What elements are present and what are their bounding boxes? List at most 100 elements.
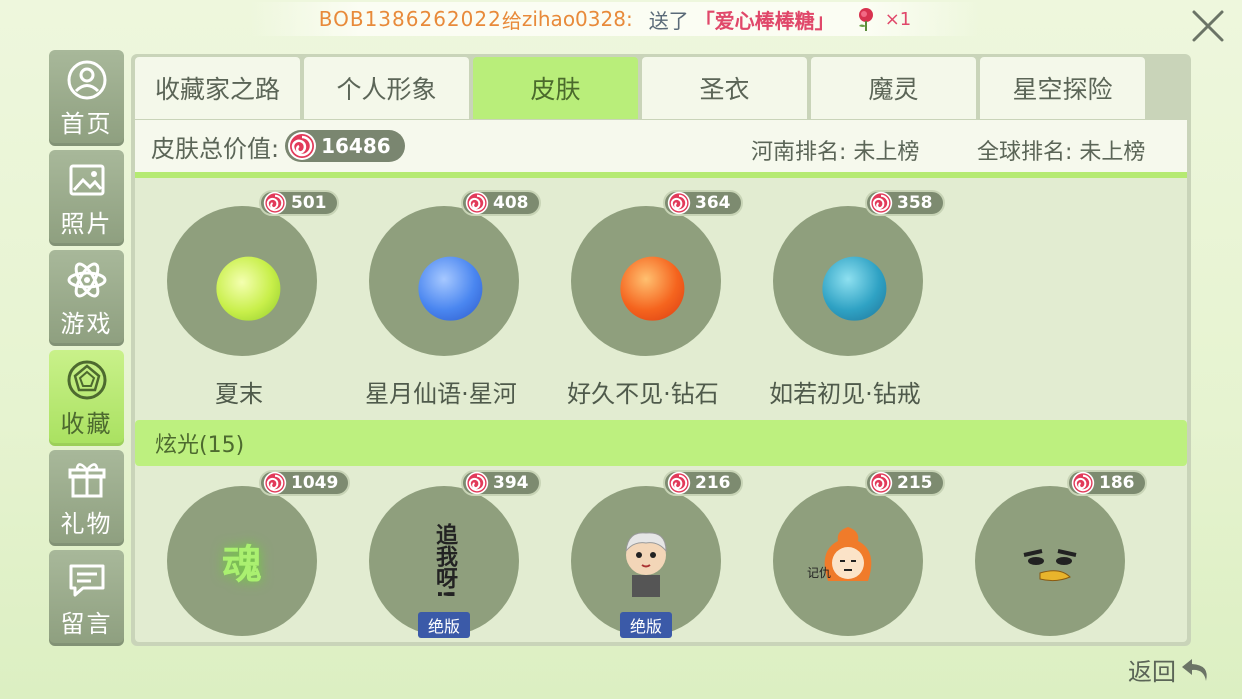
tab-demon-spirit[interactable]: 魔灵 — [811, 57, 976, 119]
gift-announcement: BOB1386262022 给 zihao0328: 送了 「爱心棒棒糖」 ×1 — [250, 2, 980, 36]
sidebar-item-home[interactable]: 首页 — [49, 50, 124, 146]
sidebar-item-collection[interactable]: 收藏 — [49, 350, 124, 446]
effect-glyph: 魂 — [222, 542, 262, 588]
back-label: 返回 — [1128, 658, 1176, 686]
limited-badge: 绝版 — [619, 612, 673, 638]
sidebar-item-label: 照片 — [60, 209, 113, 238]
tab-skin[interactable]: 皮肤 — [473, 57, 638, 119]
effect-thumbnail[interactable] — [975, 486, 1125, 636]
sidebar-item-gift[interactable]: 礼物 — [49, 450, 124, 546]
back-arrow-icon — [1182, 658, 1207, 681]
price-value: 186 — [1099, 473, 1135, 493]
skin-orb — [620, 256, 685, 321]
announce-receiver: zihao0328: — [521, 7, 633, 31]
candy-icon — [667, 471, 691, 495]
price-value: 408 — [493, 193, 529, 213]
price-badge: 186 — [1067, 470, 1147, 496]
candy-icon — [869, 191, 893, 215]
skin-orb — [216, 256, 281, 321]
rank-local: 河南排名: 未上榜 — [751, 140, 920, 165]
announce-connector: 给 — [501, 8, 522, 33]
close-button[interactable] — [1188, 6, 1228, 46]
sidebar: 首页 照片 游戏 收藏 礼物 留言 — [49, 50, 124, 646]
home-icon — [67, 60, 106, 99]
price-badge: 364 — [663, 190, 743, 216]
announce-sender: BOB1386262022 — [318, 7, 502, 31]
close-icon — [1192, 10, 1224, 42]
candy-icon — [869, 471, 893, 495]
candy-icon — [667, 191, 691, 215]
price-badge: 358 — [865, 190, 945, 216]
price-value: 358 — [897, 193, 933, 213]
announce-gift-name: 「爱心棒棒糖」 — [694, 8, 835, 33]
candy-icon — [288, 132, 317, 160]
back-button[interactable]: 返回 — [1128, 652, 1212, 687]
effect-grid: 魂 1049 追我呀! 绝版 394 绝版 216 记仇 215 186 — [135, 470, 1187, 642]
skin-value-bar: 皮肤总价值: 16486 河南排名: 未上榜 全球排名: 未上榜 — [135, 120, 1187, 178]
sidebar-item-label: 收藏 — [60, 409, 113, 438]
sidebar-item-game[interactable]: 游戏 — [49, 250, 124, 346]
tab-collector-road[interactable]: 收藏家之路 — [135, 57, 300, 119]
total-value-label: 皮肤总价值: — [151, 134, 280, 163]
candy-icon — [465, 191, 489, 215]
tab-saint-cloth[interactable]: 圣衣 — [642, 57, 807, 119]
skin-card[interactable]: 501 夏末 — [139, 178, 339, 408]
sidebar-item-message[interactable]: 留言 — [49, 550, 124, 646]
rose-icon — [858, 8, 873, 31]
atom-icon — [67, 262, 106, 297]
skin-thumbnail[interactable] — [369, 206, 519, 356]
effect-glyph: 记仇 — [807, 566, 832, 580]
price-value: 501 — [291, 193, 327, 213]
announce-count: ×1 — [884, 8, 912, 30]
skin-grid: 501 夏末 408 星月仙语·星河 364 好久不见·钻石 358 如若初见·… — [135, 178, 1187, 418]
effect-card[interactable]: 绝版 216 — [543, 458, 743, 642]
candy-icon — [1071, 471, 1095, 495]
skin-thumbnail[interactable] — [167, 206, 317, 356]
skin-thumbnail[interactable] — [571, 206, 721, 356]
total-value: 16486 — [321, 134, 391, 158]
rank-global: 全球排名: 未上榜 — [977, 140, 1146, 165]
price-badge: 394 — [461, 470, 541, 496]
candy-icon — [263, 471, 287, 495]
sidebar-item-label: 礼物 — [60, 509, 113, 538]
flame-face-icon — [824, 527, 872, 581]
tab-bar: 收藏家之路 个人形象 皮肤 圣衣 魔灵 星空探险 — [135, 57, 1145, 119]
skin-card[interactable]: 358 如若初见·钻戒 — [745, 178, 945, 408]
price-value: 215 — [897, 473, 933, 493]
character-icon — [625, 532, 667, 597]
effect-card[interactable]: 186 — [947, 458, 1147, 642]
price-badge: 215 — [865, 470, 945, 496]
message-icon — [69, 564, 104, 596]
gem-icon — [67, 360, 106, 399]
skin-card[interactable]: 364 好久不见·钻石 — [543, 178, 743, 408]
gift-icon — [68, 462, 105, 497]
price-value: 1049 — [291, 473, 339, 493]
candy-icon — [465, 471, 489, 495]
skin-orb — [418, 256, 483, 321]
skin-orb — [822, 256, 887, 321]
tab-personal-image[interactable]: 个人形象 — [304, 57, 469, 119]
candy-icon — [263, 191, 287, 215]
limited-badge: 绝版 — [417, 612, 471, 638]
effect-thumbnail[interactable]: 绝版 — [571, 486, 721, 638]
skin-thumbnail[interactable] — [773, 206, 923, 356]
effect-thumbnail[interactable]: 记仇 — [773, 486, 923, 636]
photo-icon — [69, 164, 104, 195]
announce-verb: 送了 — [648, 8, 689, 33]
effect-thumbnail[interactable]: 魂 — [167, 486, 317, 636]
effect-card[interactable]: 魂 1049 — [139, 458, 351, 642]
effect-card[interactable]: 追我呀! 绝版 394 — [341, 458, 541, 642]
price-badge: 501 — [259, 190, 339, 216]
price-value: 394 — [493, 473, 529, 493]
price-badge: 408 — [461, 190, 541, 216]
tab-star-adventure[interactable]: 星空探险 — [980, 57, 1145, 119]
smug-face-icon — [1023, 549, 1077, 582]
sidebar-item-photo[interactable]: 照片 — [49, 150, 124, 246]
tab-content: 皮肤总价值: 16486 河南排名: 未上榜 全球排名: 未上榜 501 夏末 … — [135, 120, 1187, 642]
effect-thumbnail[interactable]: 追我呀! 绝版 — [369, 486, 519, 638]
collection-panel: 收藏家之路 个人形象 皮肤 圣衣 魔灵 星空探险 皮肤总价值: 16486 河南… — [131, 54, 1191, 646]
skin-card[interactable]: 408 星月仙语·星河 — [341, 178, 541, 408]
skin-name: 如若初见·钻戒 — [769, 380, 921, 408]
effect-card[interactable]: 记仇 215 — [745, 458, 945, 642]
sidebar-item-label: 首页 — [60, 109, 113, 138]
